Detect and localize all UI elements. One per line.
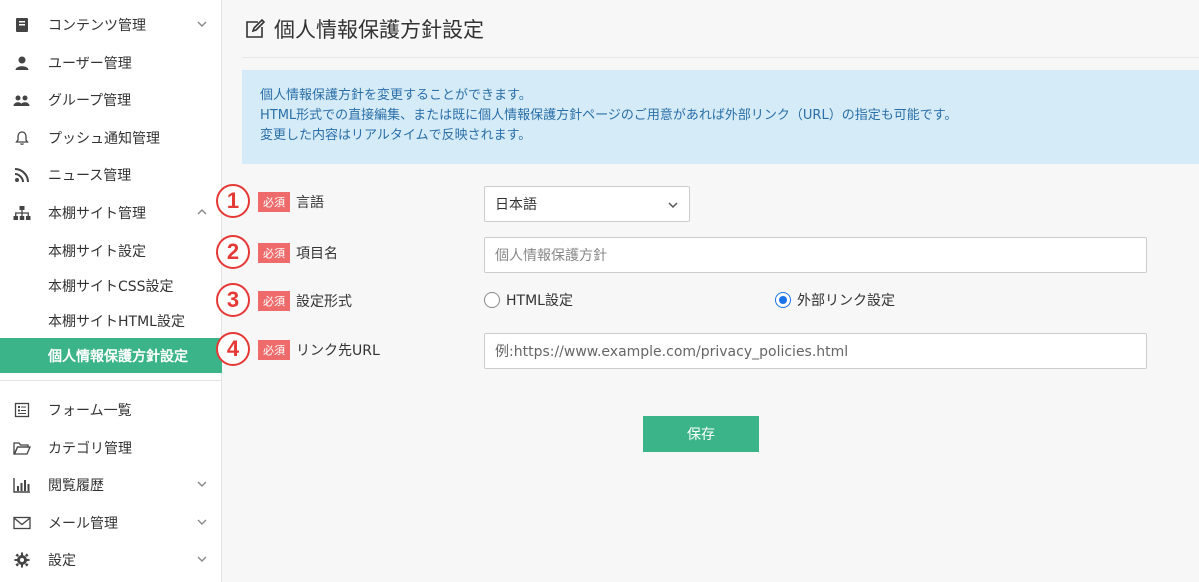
- sidebar-item-label: 設定: [48, 552, 76, 569]
- info-box: 個人情報保護方針を変更することができます。 HTML形式での直接編集、または既に…: [242, 70, 1199, 164]
- sidebar-item-label: グループ管理: [48, 92, 132, 109]
- required-badge: 必須: [258, 192, 290, 212]
- annotation-number-2: 2: [216, 235, 250, 269]
- sidebar-subitem-html-settings[interactable]: 本棚サイトHTML設定: [0, 303, 222, 338]
- info-line: 変更した内容はリアルタイムで反映されます。: [260, 128, 532, 143]
- sidebar-subitem-label: 本棚サイトCSS設定: [48, 278, 174, 295]
- sidebar-item-bookshelf[interactable]: 本棚サイト管理: [0, 194, 222, 231]
- sidebar-subitem-label: 本棚サイト設定: [48, 243, 146, 260]
- radio-circle-checked: [775, 292, 791, 308]
- item-name-input[interactable]: 個人情報保護方針: [484, 237, 1147, 273]
- format-label: 設定形式: [296, 294, 352, 310]
- gear-icon: [12, 550, 32, 570]
- chevron-down-icon: [196, 516, 208, 528]
- sidebar-subitem-site-settings[interactable]: 本棚サイト設定: [0, 233, 222, 268]
- required-badge: 必須: [258, 291, 290, 311]
- sidebar-item-users[interactable]: ユーザー管理: [0, 44, 222, 81]
- edit-icon: [244, 18, 266, 40]
- chevron-down-icon: [196, 553, 208, 565]
- page-title: 個人情報保護方針設定: [244, 14, 484, 44]
- link-url-label: リンク先URL: [296, 343, 380, 359]
- sidebar-item-label: 本棚サイト管理: [48, 205, 146, 222]
- annotation-number-1: 1: [216, 184, 250, 218]
- sidebar-item-label: コンテンツ管理: [48, 17, 146, 34]
- sidebar-item-push[interactable]: プッシュ通知管理: [0, 119, 222, 156]
- language-select[interactable]: 日本語: [484, 186, 690, 222]
- link-url-input[interactable]: 例:https://www.example.com/privacy_polici…: [484, 333, 1147, 369]
- bar-chart-icon: [12, 475, 32, 495]
- chevron-down-icon: [196, 478, 208, 490]
- chevron-up-icon: [196, 206, 208, 218]
- sidebar-item-forms[interactable]: フォーム一覧: [0, 391, 222, 428]
- main-content: 個人情報保護方針設定 個人情報保護方針を変更することができます。 HTML形式で…: [216, 0, 1199, 582]
- chevron-down-icon: [196, 18, 208, 30]
- format-radio-html[interactable]: HTML設定: [484, 290, 573, 310]
- mail-icon: [12, 513, 32, 533]
- book-icon: [12, 15, 32, 35]
- item-name-placeholder: 個人情報保護方針: [495, 248, 607, 264]
- rss-icon: [12, 165, 32, 185]
- format-radio-link-label: 外部リンク設定: [797, 293, 895, 309]
- item-name-label: 項目名: [296, 246, 338, 262]
- sidebar-item-news[interactable]: ニュース管理: [0, 156, 222, 193]
- link-url-placeholder: 例:https://www.example.com/privacy_polici…: [495, 344, 849, 360]
- sidebar: コンテンツ管理 ユーザー管理 グループ管理 プッシュ通知管理 ニュース管理 本棚…: [0, 0, 222, 582]
- folder-icon: [12, 438, 32, 458]
- required-badge: 必須: [258, 340, 290, 360]
- user-icon: [12, 53, 32, 73]
- sidebar-item-categories[interactable]: カテゴリ管理: [0, 429, 222, 466]
- language-label: 言語: [296, 195, 324, 211]
- sidebar-item-label: メール管理: [48, 515, 118, 532]
- sidebar-item-settings[interactable]: 設定: [0, 541, 222, 578]
- bell-icon: [12, 128, 32, 148]
- sidebar-item-contents[interactable]: コンテンツ管理: [0, 6, 222, 43]
- annotation-number-4: 4: [216, 332, 250, 366]
- sidebar-divider: [0, 380, 222, 381]
- save-button[interactable]: 保存: [643, 416, 759, 452]
- group-icon: [12, 90, 32, 110]
- format-radio-html-label: HTML設定: [506, 293, 573, 309]
- info-line: 個人情報保護方針を変更することができます。: [260, 88, 532, 103]
- sidebar-subitem-label: 本棚サイトHTML設定: [48, 313, 185, 330]
- sidebar-item-label: フォーム一覧: [48, 402, 132, 419]
- sitemap-icon: [12, 203, 32, 223]
- sidebar-item-label: プッシュ通知管理: [48, 130, 160, 147]
- form-icon: [12, 400, 32, 420]
- language-select-value: 日本語: [495, 197, 537, 213]
- sidebar-subitem-privacy-settings[interactable]: 個人情報保護方針設定: [0, 338, 222, 373]
- page-title-text: 個人情報保護方針設定: [274, 18, 484, 42]
- required-badge: 必須: [258, 243, 290, 263]
- sidebar-item-label: 閲覧履歴: [48, 477, 104, 494]
- sidebar-item-history[interactable]: 閲覧履歴: [0, 466, 222, 503]
- sidebar-subitem-label: 個人情報保護方針設定: [48, 348, 188, 365]
- info-line: HTML形式での直接編集、または既に個人情報保護方針ページのご用意があれば外部リ…: [260, 108, 958, 123]
- sidebar-subitem-css-settings[interactable]: 本棚サイトCSS設定: [0, 268, 222, 303]
- annotation-number-3: 3: [216, 283, 250, 317]
- sidebar-item-groups[interactable]: グループ管理: [0, 81, 222, 118]
- sidebar-item-label: カテゴリ管理: [48, 440, 132, 457]
- format-radio-link[interactable]: 外部リンク設定: [775, 290, 895, 310]
- title-divider: [242, 57, 1199, 58]
- sidebar-item-mail[interactable]: メール管理: [0, 504, 222, 541]
- sidebar-item-label: ユーザー管理: [48, 55, 132, 72]
- radio-circle: [484, 292, 500, 308]
- sidebar-item-label: ニュース管理: [48, 167, 132, 184]
- chevron-down-icon: [667, 199, 679, 211]
